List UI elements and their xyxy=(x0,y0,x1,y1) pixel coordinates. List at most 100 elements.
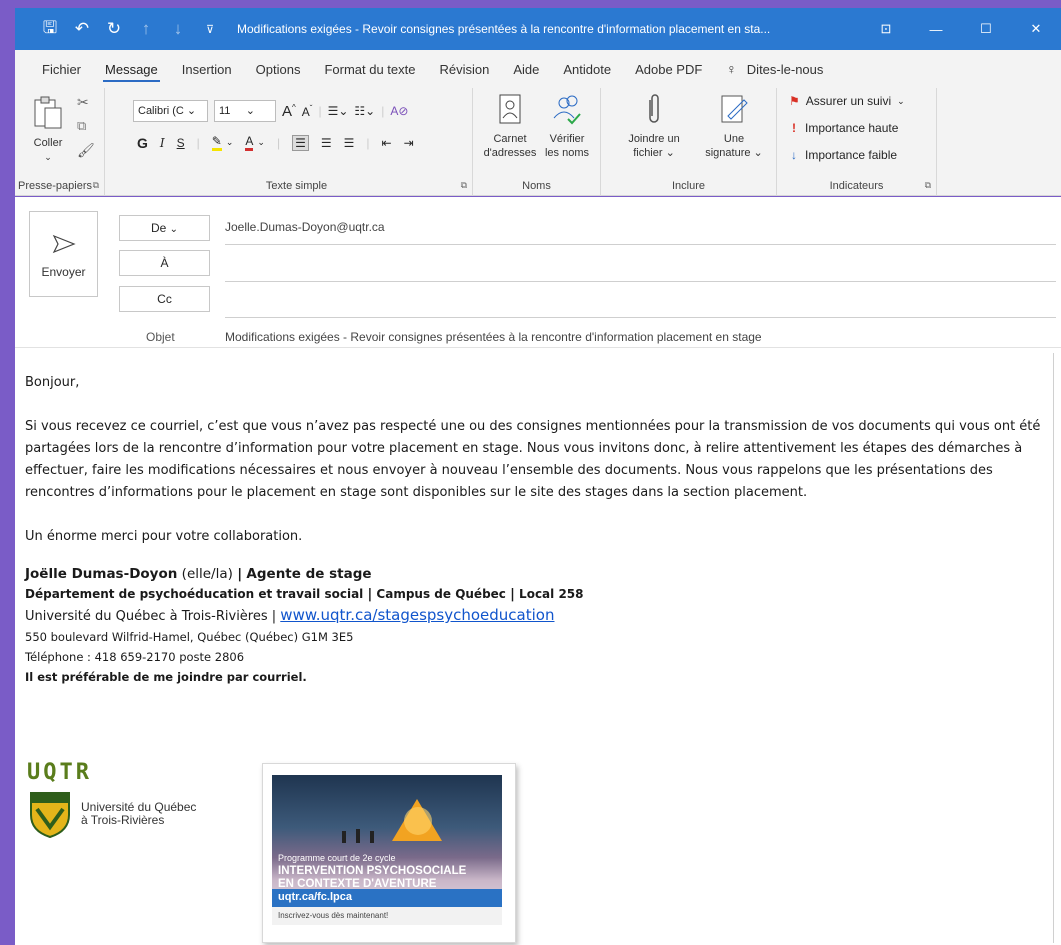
basic-text-group-label: Texte simple xyxy=(265,180,328,192)
paste-label: Coller xyxy=(33,137,63,149)
down-arrow-icon: ↓ xyxy=(791,148,797,162)
decrease-indent-icon[interactable]: ⇤ xyxy=(382,136,392,150)
clear-format-icon[interactable]: A⊘ xyxy=(390,104,408,118)
website-link[interactable]: www.uqtr.ca/stagespsychoeducation xyxy=(280,606,554,624)
promo-line2: INTERVENTION PSYCHOSOCIALE xyxy=(278,865,467,877)
signature-note: Il est préférable de me joindre par cour… xyxy=(25,670,307,684)
attach-file-button[interactable]: Joindre un fichier ⌄ xyxy=(621,94,687,160)
signature-name: Joëlle Dumas-Doyon xyxy=(25,566,178,582)
to-input[interactable] xyxy=(225,281,1056,282)
cc-input[interactable] xyxy=(225,317,1056,318)
signature-department-line: Département de psychoéducation et travai… xyxy=(25,587,584,602)
font-name-combo[interactable]: Calibri (C ⌄ xyxy=(133,100,208,122)
clipboard-launcher-icon[interactable]: ⧉ xyxy=(93,180,99,191)
redo-icon[interactable]: ↻ xyxy=(105,19,123,39)
address-book-button[interactable]: Carnet d'adresses xyxy=(483,94,537,160)
quick-access-toolbar: 🖫 ↶ ↻ ↑ ↓ ⊽ xyxy=(15,15,219,44)
uqtr-acronym: UQTR xyxy=(27,760,92,785)
tab-adobe-pdf[interactable]: Adobe PDF xyxy=(623,50,714,88)
cc-button[interactable]: Cc xyxy=(119,286,210,312)
copy-icon[interactable]: ⧉ xyxy=(77,118,86,134)
tab-antidote[interactable]: Antidote xyxy=(551,50,623,88)
subject-input[interactable]: Modifications exigées - Revoir consignes… xyxy=(225,330,762,344)
signature-university-line: Université du Québec à Trois-Rivières | … xyxy=(25,606,555,624)
promo-photo: Programme court de 2e cycle INTERVENTION… xyxy=(272,775,502,925)
align-left-icon[interactable]: ☰ xyxy=(292,134,309,151)
send-label: Envoyer xyxy=(41,265,86,279)
basic-text-launcher-icon[interactable]: ⧉ xyxy=(461,180,467,191)
underline-button[interactable]: S xyxy=(177,136,185,150)
align-right-icon[interactable]: ☰ xyxy=(344,136,355,150)
align-center-icon[interactable]: ☰ xyxy=(321,136,332,150)
compose-header: Envoyer De ⌄ Joelle.Dumas-Doyon@uqtr.ca … xyxy=(15,197,1061,347)
undo-icon[interactable]: ↶ xyxy=(73,19,91,39)
tab-message[interactable]: Message xyxy=(93,50,170,88)
group-names: Carnet d'adresses Vérifier les noms Noms xyxy=(473,88,601,196)
signature-role: Agente de stage xyxy=(246,566,372,582)
paste-chevron-icon[interactable]: ⌄ xyxy=(44,152,52,162)
thanks-line: Un énorme merci pour votre collaboration… xyxy=(25,529,303,544)
ribbon-display-icon[interactable]: ⊡ xyxy=(861,8,911,50)
font-color-icon[interactable]: A xyxy=(245,134,254,151)
tell-me-search[interactable]: ♀ Dites-le-nous xyxy=(714,50,835,88)
minimize-icon[interactable]: — xyxy=(911,8,961,50)
save-icon[interactable]: 🖫 xyxy=(41,15,59,44)
clipboard-group-label: Presse-papiers xyxy=(18,180,92,192)
promo-url: uqtr.ca/fc.lpca xyxy=(272,889,502,907)
cut-icon[interactable]: ✂ xyxy=(77,94,89,111)
message-body[interactable]: Bonjour, Si vous recevez ce courriel, c’… xyxy=(15,347,1061,945)
signature-icon xyxy=(721,95,748,123)
tell-me-label: Dites-le-nous xyxy=(746,61,824,77)
uqtr-name-line2: à Trois-Rivières xyxy=(81,813,165,827)
increase-indent-icon[interactable]: ⇥ xyxy=(404,136,414,150)
highlight-icon[interactable]: ✎ xyxy=(211,134,222,151)
grow-font-icon[interactable]: A^ xyxy=(282,103,296,120)
down-icon[interactable]: ↓ xyxy=(169,19,187,39)
signature-pronouns: (elle/la) xyxy=(181,566,233,582)
tent-icon xyxy=(342,799,442,843)
follow-up-button[interactable]: ⚑ Assurer un suivi ⌄ xyxy=(789,94,905,108)
exclamation-icon: ! xyxy=(792,121,796,135)
italic-button[interactable]: I xyxy=(160,136,165,150)
address-book-icon xyxy=(499,94,521,124)
window-title: Modifications exigées - Revoir consignes… xyxy=(237,22,771,36)
from-value: Joelle.Dumas-Doyon@uqtr.ca xyxy=(225,220,385,234)
tab-insertion[interactable]: Insertion xyxy=(170,50,244,88)
vertical-scrollbar[interactable] xyxy=(1053,353,1061,943)
tab-fichier[interactable]: Fichier xyxy=(30,50,93,88)
numbering-icon[interactable]: ☷⌄ xyxy=(354,104,375,118)
up-icon[interactable]: ↑ xyxy=(137,19,155,39)
tab-format-texte[interactable]: Format du texte xyxy=(312,50,427,88)
tab-revision[interactable]: Révision xyxy=(428,50,502,88)
signature-name-line: Joëlle Dumas-Doyon (elle/la) | Agente de… xyxy=(25,566,372,582)
bullets-icon[interactable]: ☰⌄ xyxy=(328,104,349,118)
close-icon[interactable]: ✕ xyxy=(1011,8,1061,50)
tags-launcher-icon[interactable]: ⧉ xyxy=(925,180,931,191)
high-importance-button[interactable]: ! Importance haute xyxy=(789,121,898,135)
tab-options[interactable]: Options xyxy=(244,50,313,88)
signature-address: 550 boulevard Wilfrid-Hamel, Québec (Qué… xyxy=(25,630,354,644)
to-button[interactable]: À xyxy=(119,250,210,276)
promo-banner[interactable]: Programme court de 2e cycle INTERVENTION… xyxy=(262,763,516,943)
body-paragraph: Si vous recevez ce courriel, c’est que v… xyxy=(25,419,1041,500)
ribbon-tabs: Fichier Message Insertion Options Format… xyxy=(15,50,1061,88)
format-painter-icon[interactable]: 🖌 xyxy=(77,142,95,159)
send-button[interactable]: Envoyer xyxy=(29,211,98,297)
signature-button[interactable]: Une signature ⌄ xyxy=(699,94,769,160)
group-include: Joindre un fichier ⌄ Une signature ⌄ Inclu… xyxy=(601,88,777,196)
send-icon xyxy=(52,234,76,254)
low-importance-button[interactable]: ↓ Importance faible xyxy=(789,148,897,162)
font-size-combo[interactable]: 11 ⌄ xyxy=(214,100,276,122)
paste-button[interactable]: Coller ⌄ xyxy=(23,94,73,164)
check-names-button[interactable]: Vérifier les noms xyxy=(539,94,595,160)
bold-button[interactable]: G xyxy=(137,135,148,151)
promo-line1: Programme court de 2e cycle xyxy=(278,853,396,863)
from-button[interactable]: De ⌄ xyxy=(119,215,210,241)
include-group-label: Inclure xyxy=(671,180,706,192)
customize-icon[interactable]: ⊽ xyxy=(201,23,219,36)
tab-aide[interactable]: Aide xyxy=(501,50,551,88)
maximize-icon[interactable]: ☐ xyxy=(961,8,1011,50)
chevron-down-icon: ⌄ xyxy=(169,224,179,235)
shrink-font-icon[interactable]: Aˇ xyxy=(302,104,313,119)
names-group-label: Noms xyxy=(522,180,551,192)
